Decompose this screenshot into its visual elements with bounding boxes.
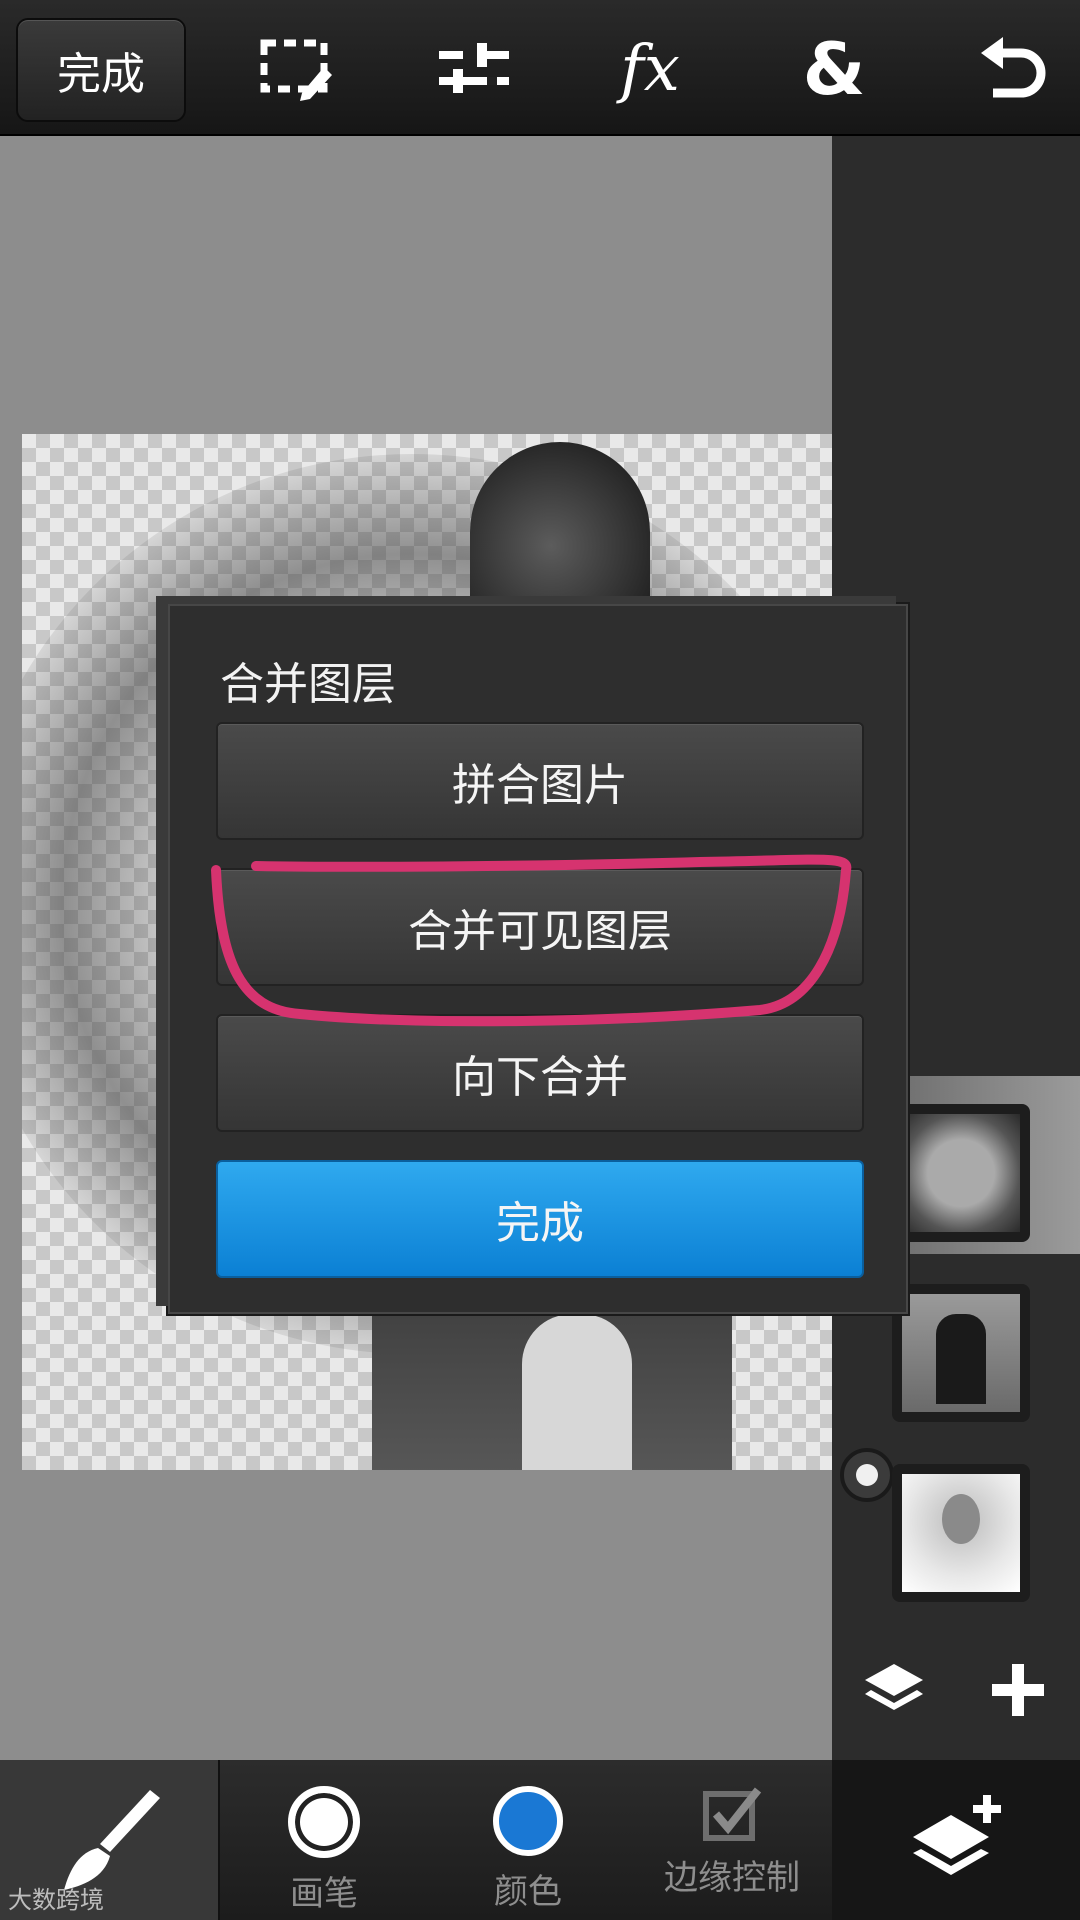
undo-icon[interactable] xyxy=(962,24,1062,114)
selection-icon[interactable] xyxy=(246,24,346,114)
edge-control-button[interactable]: 边缘控制 xyxy=(652,1760,812,1920)
dialog-done-button[interactable]: 完成 xyxy=(216,1160,864,1278)
layers-stack-icon[interactable] xyxy=(854,1650,934,1730)
edge-checkbox-icon xyxy=(703,1787,762,1841)
layer-thumbnail-3[interactable] xyxy=(892,1464,1030,1602)
top-toolbar: 完成 fx & xyxy=(0,0,1080,136)
layers-add-icon xyxy=(913,1795,1001,1875)
color-swatch-icon xyxy=(493,1786,563,1856)
merge-down-button[interactable]: 向下合并 xyxy=(216,1014,864,1132)
done-button-top[interactable]: 完成 xyxy=(16,18,186,122)
layer-visibility-radio[interactable] xyxy=(840,1448,894,1502)
color-button[interactable]: 颜色 xyxy=(468,1760,588,1920)
brush-settings-button[interactable]: 画笔 xyxy=(264,1760,384,1920)
merge-layers-dialog: 合并图层 拼合图片 合并可见图层 向下合并 完成 xyxy=(168,604,908,1314)
watermark-text: 大数跨境 xyxy=(8,1886,104,1914)
bottom-toolbar: 画笔 颜色 边缘控制 xyxy=(0,1760,1080,1920)
layer-thumbnail-2[interactable] xyxy=(892,1284,1030,1422)
dialog-title: 合并图层 xyxy=(220,659,396,710)
blend-icon[interactable]: & xyxy=(784,24,884,114)
brush-icon xyxy=(64,1790,160,1890)
layer-thumbnail-1[interactable] xyxy=(892,1104,1030,1242)
add-layer-button[interactable] xyxy=(832,1760,1080,1920)
merge-visible-button[interactable]: 合并可见图层 xyxy=(216,868,864,986)
fx-icon[interactable]: fx xyxy=(600,24,700,114)
adjust-icon[interactable] xyxy=(424,24,524,114)
flatten-image-button[interactable]: 拼合图片 xyxy=(216,722,864,840)
brush-size-icon xyxy=(288,1786,360,1858)
add-layer-icon[interactable] xyxy=(978,1650,1058,1730)
